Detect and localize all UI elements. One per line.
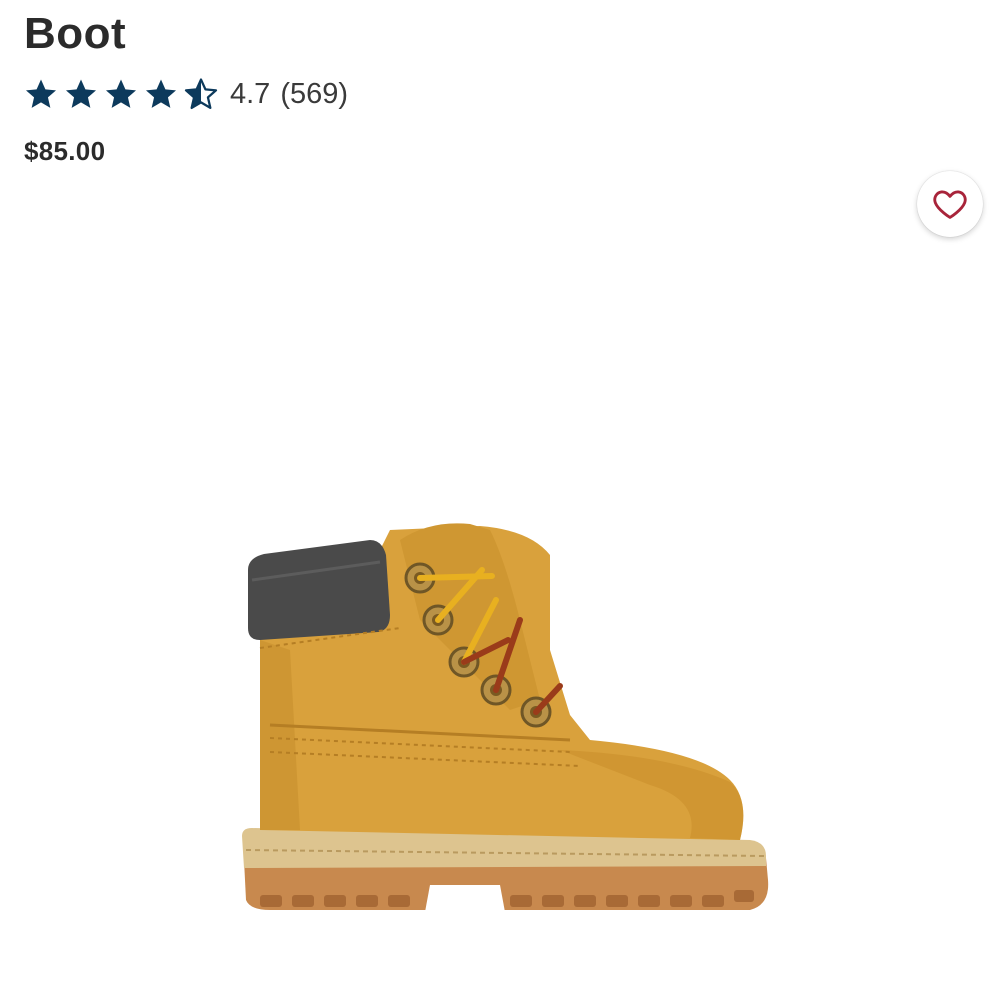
- heart-icon: [933, 190, 967, 219]
- product-page: Boot 4.7 (569) $85.00: [0, 0, 1000, 1000]
- star-icon: [145, 79, 177, 108]
- product-image[interactable]: [230, 500, 790, 930]
- star-icon: [105, 79, 137, 108]
- product-title: Boot: [24, 9, 127, 58]
- boot-image: [242, 523, 769, 912]
- wishlist-button[interactable]: [917, 171, 983, 237]
- star-icon: [25, 79, 57, 108]
- review-count-link[interactable]: (569): [280, 74, 348, 114]
- rating-value: 4.7: [230, 78, 271, 110]
- product-price: $85.00: [24, 136, 106, 166]
- star-icon: [65, 79, 97, 108]
- rating-stars: [24, 77, 218, 111]
- half-star-icon: [184, 78, 218, 110]
- rating-row[interactable]: 4.7 (569): [24, 74, 348, 114]
